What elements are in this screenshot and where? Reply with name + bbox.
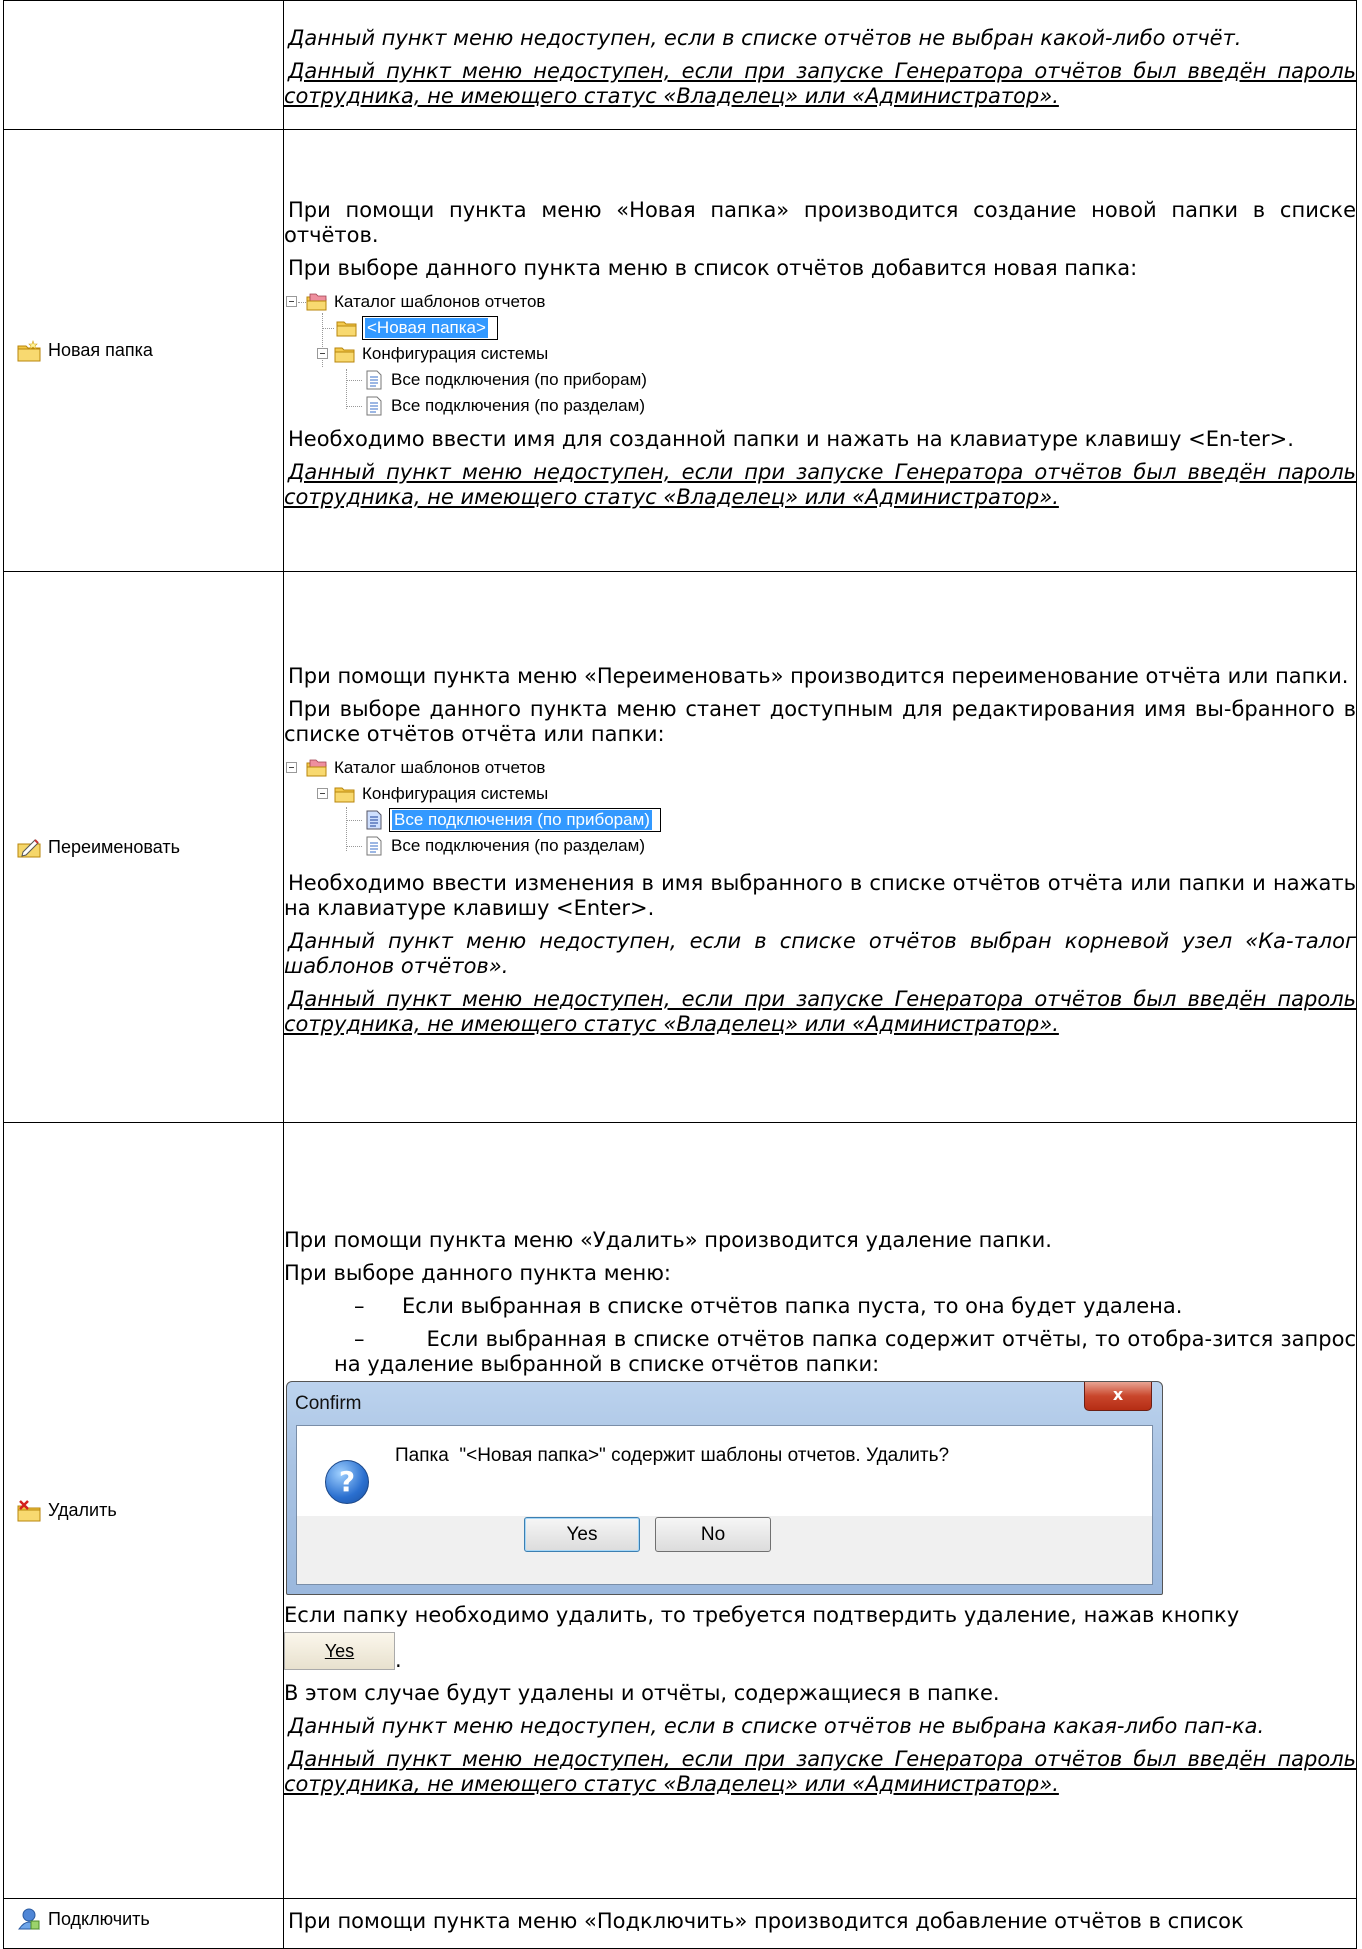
delete-icon	[17, 1499, 41, 1521]
menu-item-label: Новая папка	[48, 340, 153, 360]
bullet-text: Если выбранная в списке отчётов папка пу…	[402, 1294, 1183, 1318]
bullet-dash: –	[354, 1327, 365, 1351]
paragraph-text: Если папку необходимо удалить, то требуе…	[284, 1603, 1240, 1627]
tree-root: Каталог шаблонов отчетов	[286, 289, 1356, 315]
close-button[interactable]: x	[1084, 1382, 1152, 1411]
report-tree: Каталог шаблонов отчетов Конфигурация си…	[286, 755, 1356, 863]
connect-icon	[18, 1908, 40, 1930]
new-folder-name-edit[interactable]: <Новая папка>	[362, 315, 498, 340]
tree-node-new-folder[interactable]: <Новая папка>	[286, 315, 1356, 341]
paragraph: Необходимо ввести изменения в имя выбран…	[284, 870, 1356, 920]
paragraph: При помощи пункта меню «Удалить» произво…	[284, 1228, 1052, 1252]
tree-node-report[interactable]: Все подключения (по разделам)	[286, 833, 1356, 859]
collapse-icon	[286, 296, 297, 307]
tree-node-report[interactable]: Все подключения (по приборам)	[286, 367, 1356, 393]
note-text: Данный пункт меню недоступен, если в спи…	[288, 1714, 1265, 1738]
description-cell: При помощи пункта меню «Удалить» произво…	[283, 1122, 1357, 1899]
list-item: – Если выбранная в списке отчётов папка с…	[284, 1327, 1356, 1377]
report-icon	[366, 810, 382, 829]
paragraph: При помощи пункта меню «Переименовать» п…	[288, 663, 1349, 688]
table-row: Подключить При помощи пункта меню «Подкл…	[3, 1898, 1357, 1949]
question-icon: ?	[325, 1460, 369, 1504]
list-item: – Если выбранная в списке отчётов папка …	[284, 1294, 1356, 1319]
report-icon	[366, 836, 382, 855]
yes-button-sample: Yes	[284, 1632, 395, 1670]
menu-item-label: Переименовать	[48, 836, 180, 857]
menu-cell-empty	[3, 0, 284, 130]
paragraph: При помощи пункта меню «Подключить» прои…	[288, 1909, 1244, 1933]
table-row: Удалить При помощи пункта меню «Удалить»…	[3, 1122, 1357, 1899]
tree-label: Все подключения (по приборам)	[392, 809, 652, 830]
report-icon	[366, 370, 382, 389]
menu-item-new-folder: Новая папка	[4, 339, 283, 362]
tree-node-report-selected[interactable]: Все подключения (по приборам)	[286, 807, 1356, 833]
tree-label: Каталог шаблонов отчетов	[334, 757, 546, 777]
menu-item-connect: Подключить	[4, 1899, 283, 1931]
menu-item-rename: Переименовать	[4, 836, 283, 858]
tree-label: Все подключения (по приборам)	[391, 369, 647, 389]
paragraph: В этом случае будут удалены и отчёты, со…	[284, 1681, 1000, 1705]
report-tree: Каталог шаблонов отчетов <Новая папка> К…	[286, 289, 1356, 419]
table-row: Данный пункт меню недоступен, если в спи…	[3, 0, 1357, 130]
tree-root: Каталог шаблонов отчетов	[286, 755, 1356, 781]
menu-cell: Новая папка	[3, 129, 284, 572]
collapse-icon	[317, 348, 328, 359]
paragraph: При помощи пункта меню «Новая папка» про…	[284, 197, 1356, 247]
description-cell: При помощи пункта меню «Новая папка» про…	[283, 129, 1357, 572]
report-icon	[366, 396, 382, 415]
note-text: Данный пункт меню недоступен, если при з…	[284, 459, 1356, 509]
paragraph: Если папку необходимо удалить, то требуе…	[284, 1603, 1356, 1673]
tree-node-report[interactable]: Все подключения (по разделам)	[286, 393, 1356, 419]
menu-item-label: Удалить	[48, 1500, 117, 1520]
dialog-message: Папка "<Новая папка>" содержит шаблоны о…	[395, 1445, 950, 1466]
yes-button-label: Yes	[324, 1641, 355, 1661]
rename-icon	[17, 839, 41, 858]
no-button[interactable]: No	[655, 1517, 771, 1552]
paragraph: Необходимо ввести имя для созданной папк…	[288, 426, 1294, 451]
menu-description-table: Данный пункт меню недоступен, если в спи…	[3, 0, 1357, 1949]
note-text: Данный пункт меню недоступен, если при з…	[284, 58, 1356, 108]
folder-icon	[336, 321, 357, 336]
table-row: Переименовать При помощи пункта меню «Пе…	[3, 571, 1357, 1123]
menu-cell: Подключить	[3, 1898, 284, 1949]
collapse-icon	[317, 788, 328, 799]
paragraph: При выборе данного пункта меню в список …	[288, 255, 1138, 280]
tree-label: Все подключения (по разделам)	[391, 835, 645, 855]
paragraph: При выборе данного пункта меню:	[284, 1261, 671, 1285]
tree-label: Конфигурация системы	[362, 343, 549, 363]
confirm-dialog: Confirm x ? Папка "<Новая папка>" содерж…	[286, 1381, 1163, 1595]
dialog-body: ? Папка "<Новая папка>" содержит шаблоны…	[296, 1425, 1153, 1585]
menu-item-delete: Удалить	[4, 1499, 283, 1522]
menu-cell: Удалить	[3, 1122, 284, 1899]
tree-label: Каталог шаблонов отчетов	[334, 291, 546, 311]
dialog-title: Confirm	[295, 1393, 362, 1414]
catalog-folder-icon	[306, 759, 327, 776]
description-cell: При помощи пункта меню «Подключить» прои…	[283, 1898, 1357, 1949]
new-folder-icon	[17, 339, 41, 361]
tree-label: Все подключения (по разделам)	[391, 395, 645, 415]
collapse-icon	[286, 762, 297, 773]
folder-icon	[334, 347, 355, 362]
tree-node-config: Конфигурация системы	[286, 781, 1356, 807]
yes-button[interactable]: Yes	[524, 1517, 640, 1552]
menu-cell: Переименовать	[3, 571, 284, 1123]
note-text: Данный пункт меню недоступен, если в спи…	[284, 928, 1356, 978]
table-row: Новая папка При помощи пункта меню «Нова…	[3, 129, 1357, 572]
note-text: Данный пункт меню недоступен, если при з…	[284, 1747, 1356, 1796]
note-text: Данный пункт меню недоступен, если при з…	[284, 986, 1356, 1036]
tree-label: <Новая папка>	[365, 317, 488, 338]
description-cell: При помощи пункта меню «Переименовать» п…	[283, 571, 1357, 1123]
paragraph-end: .	[395, 1648, 402, 1672]
bullet-text: Если выбранная в списке отчётов папка со…	[334, 1327, 1356, 1376]
note-text: Данный пункт меню недоступен, если в спи…	[288, 25, 1242, 50]
tree-label: Конфигурация системы	[362, 783, 549, 803]
folder-icon	[334, 787, 355, 802]
paragraph: При выборе данного пункта меню станет до…	[284, 696, 1356, 746]
menu-item-label: Подключить	[48, 1908, 150, 1929]
bullet-dash: –	[354, 1294, 365, 1318]
catalog-folder-icon	[306, 293, 327, 310]
description-cell: Данный пункт меню недоступен, если в спи…	[283, 0, 1357, 130]
report-name-edit[interactable]: Все подключения (по приборам)	[389, 807, 661, 832]
tree-node-config: Конфигурация системы	[286, 341, 1356, 367]
